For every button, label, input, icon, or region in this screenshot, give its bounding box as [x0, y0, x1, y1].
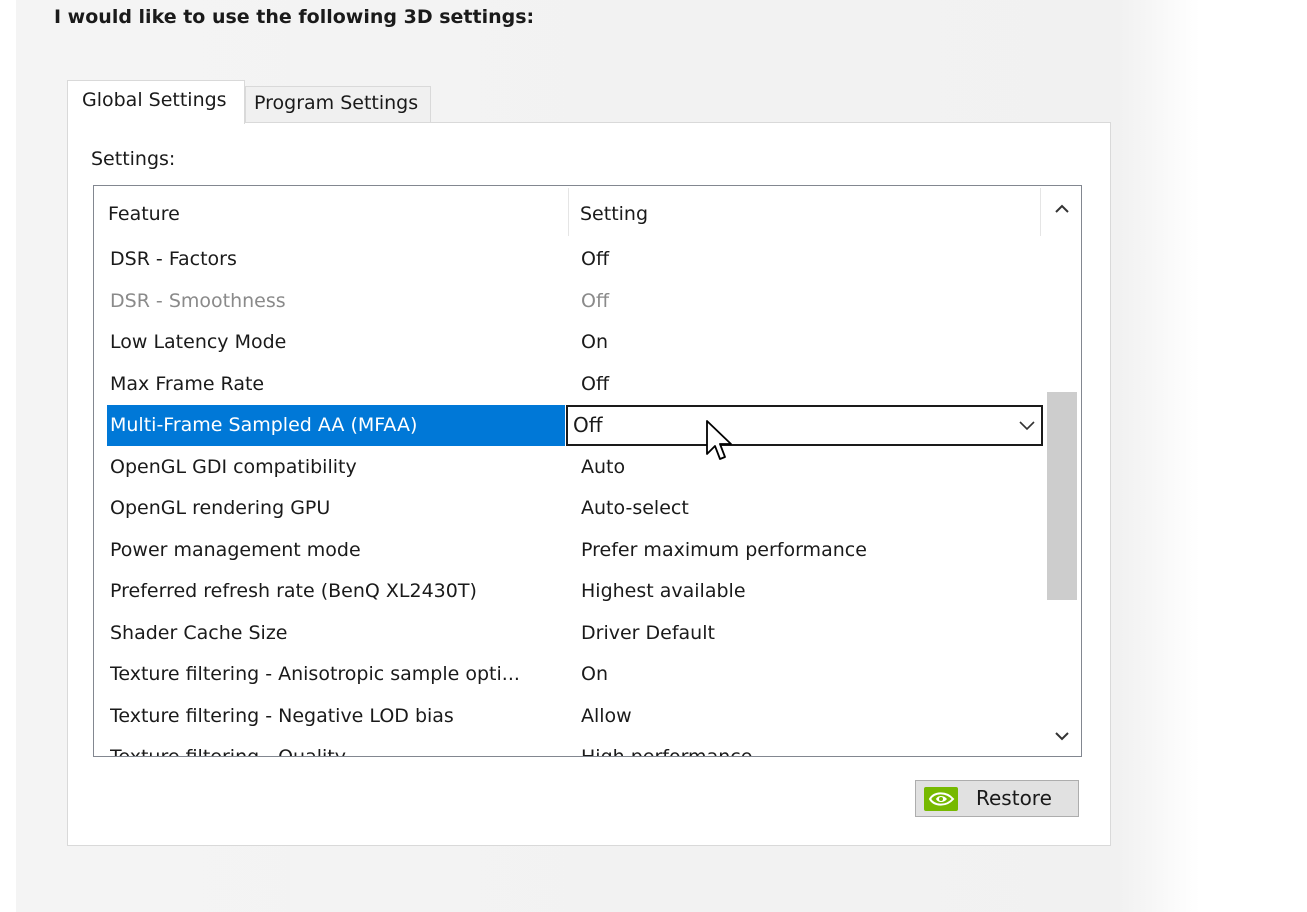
table-row[interactable]: Shader Cache Size Driver Default: [94, 613, 1044, 654]
feature-cell-selected: Multi-Frame Sampled AA (MFAA): [107, 405, 565, 446]
feature-cell: Max Frame Rate: [110, 373, 265, 395]
table-row[interactable]: Power management mode Prefer maximum per…: [94, 530, 1044, 571]
setting-cell: Off: [581, 290, 610, 312]
feature-cell: Texture filtering - Negative LOD bias: [110, 705, 454, 727]
table-row-selected[interactable]: Multi-Frame Sampled AA (MFAA) Off: [94, 405, 1044, 446]
page-heading: I would like to use the following 3D set…: [54, 6, 535, 28]
feature-cell: Texture filtering - Anisotropic sample o…: [110, 663, 520, 685]
setting-cell: Off: [581, 373, 610, 395]
restore-button-label: Restore: [976, 786, 1052, 810]
table-row[interactable]: OpenGL rendering GPU Auto-select: [94, 488, 1044, 529]
feature-cell: Texture filtering - Quality: [110, 746, 346, 757]
chevron-down-icon[interactable]: [1017, 414, 1037, 436]
feature-cell: Preferred refresh rate (BenQ XL2430T): [110, 580, 477, 602]
feature-cell: DSR - Factors: [110, 248, 237, 270]
feature-cell: DSR - Smoothness: [110, 290, 286, 312]
feature-cell: OpenGL rendering GPU: [110, 497, 331, 519]
table-row[interactable]: Preferred refresh rate (BenQ XL2430T) Hi…: [94, 571, 1044, 612]
table-row[interactable]: DSR - Smoothness Off: [94, 281, 1044, 322]
setting-cell: Highest available: [581, 580, 746, 602]
vertical-scrollbar[interactable]: [1043, 186, 1081, 756]
feature-cell: OpenGL GDI compatibility: [110, 456, 357, 478]
setting-cell: Off: [581, 248, 610, 270]
dropdown-value: Off: [573, 413, 603, 437]
tab-program-settings[interactable]: Program Settings: [245, 86, 431, 123]
table-row[interactable]: OpenGL GDI compatibility Auto: [94, 447, 1044, 488]
setting-cell: Prefer maximum performance: [581, 539, 867, 561]
nvidia-logo-icon: [924, 787, 958, 811]
settings-list: Feature Setting DSR - Factors Off DSR - …: [93, 185, 1082, 757]
table-row[interactable]: Low Latency Mode On: [94, 322, 1044, 363]
tab-global-settings[interactable]: Global Settings: [67, 80, 245, 124]
restore-button[interactable]: Restore: [915, 780, 1079, 817]
setting-cell: Auto: [581, 456, 626, 478]
setting-cell: On: [581, 663, 608, 685]
table-row[interactable]: Max Frame Rate Off: [94, 364, 1044, 405]
setting-dropdown[interactable]: Off: [566, 405, 1043, 446]
feature-cell: Low Latency Mode: [110, 331, 287, 353]
table-row[interactable]: DSR - Factors Off: [94, 239, 1044, 280]
column-header-setting[interactable]: Setting: [580, 186, 648, 238]
table-row[interactable]: Texture filtering - Negative LOD bias Al…: [94, 696, 1044, 737]
chevron-down-icon[interactable]: [1049, 723, 1075, 749]
setting-cell: Allow: [581, 705, 632, 727]
table-row[interactable]: Texture filtering - Quality High perform…: [94, 737, 1044, 757]
setting-cell: Driver Default: [581, 622, 715, 644]
feature-cell: Power management mode: [110, 539, 361, 561]
scrollbar-thumb[interactable]: [1047, 392, 1077, 600]
chevron-up-icon[interactable]: [1049, 196, 1075, 222]
setting-cell: On: [581, 331, 608, 353]
settings-label: Settings:: [91, 148, 176, 170]
column-divider: [1040, 188, 1041, 236]
feature-cell: Shader Cache Size: [110, 622, 288, 644]
setting-cell: High performance: [581, 746, 753, 757]
column-divider[interactable]: [568, 188, 569, 236]
column-header-feature[interactable]: Feature: [108, 186, 180, 238]
setting-cell: Auto-select: [581, 497, 689, 519]
table-row[interactable]: Texture filtering - Anisotropic sample o…: [94, 654, 1044, 695]
